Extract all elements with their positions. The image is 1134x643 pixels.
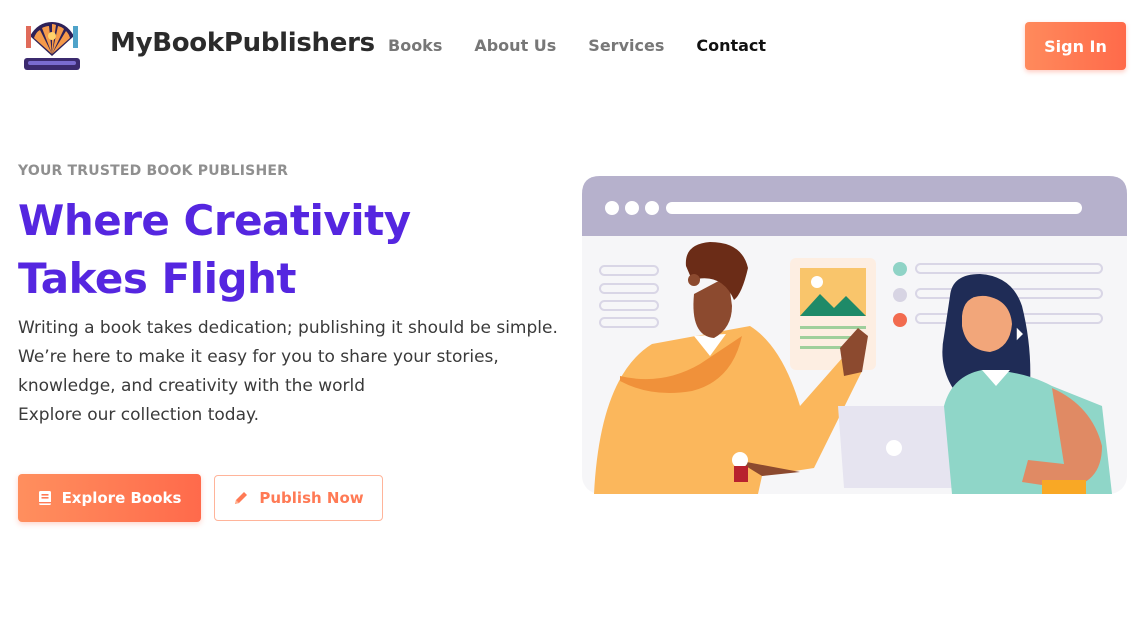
explore-books-button[interactable]: Explore Books [18,474,201,522]
navbar: MyBookPublishers Books About Us Services… [0,0,1134,92]
hero-headline-line-2: Takes Flight [18,254,297,303]
hero-description: Writing a book takes dedication; publish… [18,314,558,430]
hero-headline-line-1: Where Creativity [18,196,411,245]
hero-headline: Where Creativity Takes Flight [18,192,411,308]
hero-eyebrow: YOUR TRUSTED BOOK PUBLISHER [18,163,289,179]
explore-books-label: Explore Books [61,489,182,507]
hero-description-line-1: Writing a book takes dedication; publish… [18,318,558,338]
sign-in-button[interactable]: Sign In [1025,22,1126,70]
book-icon [38,491,51,505]
hero-description-line-2: We’re here to make it easy for you to sh… [18,347,499,367]
publish-now-label: Publish Now [259,489,364,507]
hero-description-line-4: Explore our collection today. [18,405,260,425]
nav-link-about-us[interactable]: About Us [474,36,556,55]
brand-name[interactable]: MyBookPublishers [110,28,375,58]
nav-links: Books About Us Services Contact [388,36,798,55]
publish-now-button[interactable]: Publish Now [214,475,383,521]
logo-icon[interactable] [18,12,86,80]
nav-link-contact[interactable]: Contact [696,36,766,55]
hero-illustration [582,176,1127,494]
hero-description-line-3: knowledge, and creativity with the world [18,376,366,396]
nav-link-books[interactable]: Books [388,36,442,55]
pencil-icon [235,492,248,504]
nav-link-services[interactable]: Services [588,36,664,55]
